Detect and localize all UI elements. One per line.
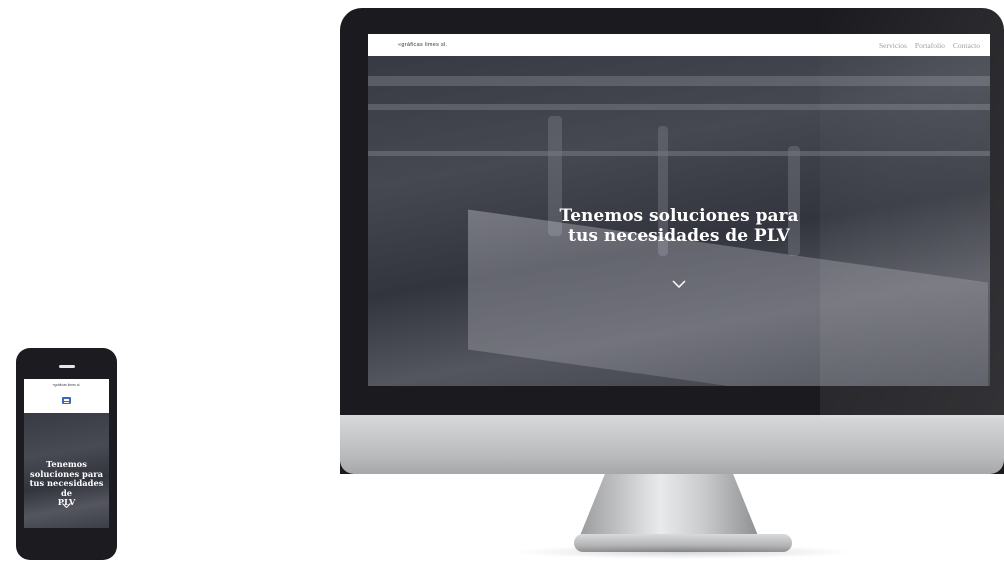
hero-bg-bar [368, 151, 990, 156]
desktop-monitor: «gráficas limes sl. Servicios Portafolio… [340, 8, 1004, 474]
site-logo[interactable]: «gráficas limes sl. [398, 42, 447, 48]
hero-section: Tenemos soluciones para tus necesidades … [368, 56, 990, 386]
nav-link-portafolio[interactable]: Portafolio [915, 41, 945, 50]
mobile-screen: «gráficas limes sl. Tenemos soluciones p… [24, 379, 109, 528]
site-header: «gráficas limes sl. Servicios Portafolio… [368, 34, 990, 56]
mobile-hero-title: Tenemos soluciones para tus necesidades … [24, 459, 109, 508]
stand-shadow [510, 545, 855, 559]
hero-bg-bar [368, 104, 990, 110]
hero-title-line: tus necesidades de PLV [568, 226, 790, 246]
chevron-down-icon[interactable] [62, 503, 71, 508]
nav-link-servicios[interactable]: Servicios [879, 41, 907, 50]
hero-bg-bar [368, 76, 990, 86]
desktop-screen: «gráficas limes sl. Servicios Portafolio… [368, 34, 990, 386]
mobile-header: «gráficas limes sl. [24, 379, 109, 413]
phone-speaker [59, 365, 75, 368]
hero-title-line: Tenemos soluciones para [559, 206, 799, 226]
hero-title: Tenemos soluciones para tus necesidades … [368, 206, 990, 246]
chevron-down-icon[interactable] [672, 280, 686, 288]
mobile-phone: «gráficas limes sl. Tenemos soluciones p… [16, 348, 117, 560]
hero-title-line: tus necesidades de [29, 478, 104, 498]
main-nav: Servicios Portafolio Contacto [879, 41, 980, 50]
hamburger-menu-icon[interactable] [62, 397, 71, 404]
nav-link-contacto[interactable]: Contacto [953, 41, 980, 50]
monitor-chin [340, 415, 1004, 474]
mobile-logo[interactable]: «gráficas limes sl. [24, 383, 109, 387]
